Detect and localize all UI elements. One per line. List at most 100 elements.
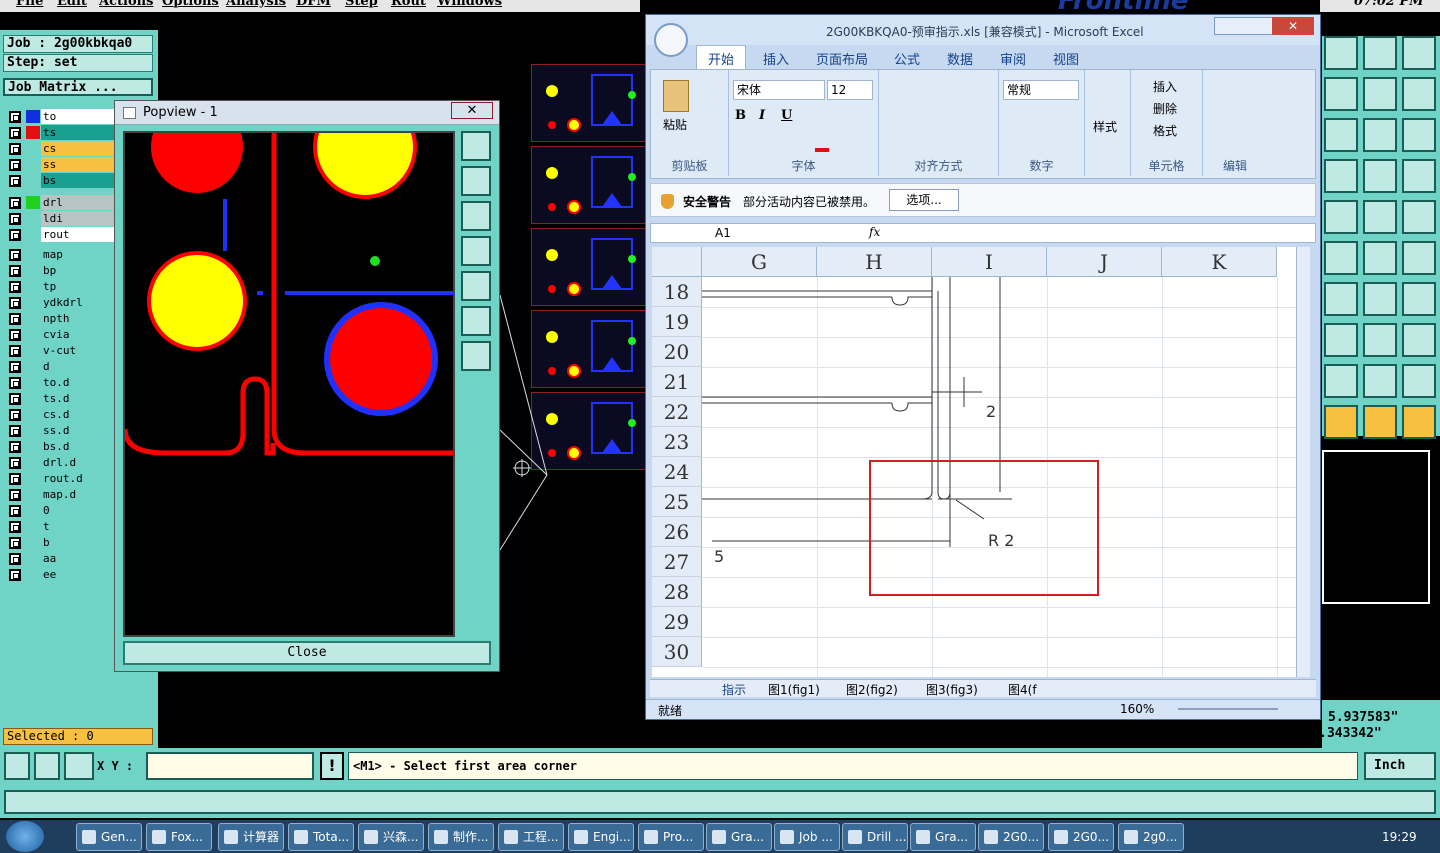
vertical-scrollbar[interactable]: [1296, 247, 1310, 677]
layer-checkbox[interactable]: [9, 521, 21, 533]
menu-analysis[interactable]: Analysis: [226, 0, 286, 9]
layer-name[interactable]: b: [41, 535, 114, 550]
layer-name[interactable]: tp: [41, 279, 114, 294]
layer-name[interactable]: to: [41, 109, 114, 124]
layer-checkbox[interactable]: [9, 213, 21, 225]
pan-down-button[interactable]: [461, 201, 491, 231]
taskbar-button[interactable]: 制作...: [428, 823, 494, 851]
zoom-level[interactable]: 160%: [1120, 702, 1154, 716]
sheet-tab-3[interactable]: 图3(fig3): [926, 681, 978, 698]
layer-row[interactable]: bs: [4, 172, 114, 188]
layer-row[interactable]: d: [4, 358, 114, 374]
toolbar-tool-button[interactable]: [1402, 77, 1436, 111]
menu-help[interactable]: Help: [978, 0, 1013, 9]
layer-checkbox[interactable]: [9, 197, 21, 209]
tab-view[interactable]: 视图: [1053, 49, 1079, 68]
toolbar-tool-button[interactable]: [1324, 405, 1358, 439]
toolbar-tool-button[interactable]: [1363, 36, 1397, 70]
layer-row[interactable]: rout: [4, 226, 114, 242]
layer-checkbox[interactable]: [9, 313, 21, 325]
row-header[interactable]: 22: [652, 397, 702, 427]
sheet-tab-4[interactable]: 图4(f: [1008, 681, 1037, 698]
layer-checkbox[interactable]: [9, 457, 21, 469]
layer-row[interactable]: map: [4, 246, 114, 262]
toolbar-tool-button[interactable]: [1402, 282, 1436, 316]
toolbar-tool-button[interactable]: [1324, 323, 1358, 357]
column-header[interactable]: J: [1047, 247, 1162, 277]
row-header[interactable]: 30: [652, 637, 702, 667]
taskbar-button[interactable]: 工程...: [498, 823, 564, 851]
taskbar-button[interactable]: Gra...: [706, 823, 772, 851]
layer-checkbox[interactable]: [9, 229, 21, 241]
taskbar-button[interactable]: 2G0...: [1048, 823, 1114, 851]
excel-close-icon[interactable]: ✕: [1272, 17, 1314, 35]
menu-windows[interactable]: Windows: [437, 0, 502, 9]
layer-checkbox[interactable]: [9, 537, 21, 549]
tab-home[interactable]: 开始: [708, 49, 734, 68]
menu-actions[interactable]: Actions: [99, 0, 153, 9]
menu-rout[interactable]: Rout: [391, 0, 426, 9]
layer-checkbox[interactable]: [9, 377, 21, 389]
row-header[interactable]: 19: [652, 307, 702, 337]
menu-file[interactable]: File: [16, 0, 43, 9]
layer-row[interactable]: bp: [4, 262, 114, 278]
layer-name[interactable]: map.d: [41, 487, 114, 502]
command-line[interactable]: [4, 790, 1436, 814]
layer-row[interactable]: ts.d: [4, 390, 114, 406]
grid-button[interactable]: [64, 752, 94, 780]
font-size-select[interactable]: 12: [827, 80, 873, 100]
paste-label[interactable]: 粘贴: [663, 116, 687, 133]
tab-review[interactable]: 审阅: [1000, 49, 1026, 68]
toolbar-tool-button[interactable]: [1363, 323, 1397, 357]
layer-row[interactable]: cs: [4, 140, 114, 156]
popview-titlebar[interactable]: Popview - 1 ✕: [115, 101, 499, 125]
tab-data[interactable]: 数据: [947, 49, 973, 68]
popview-close-button[interactable]: Close: [123, 641, 491, 665]
pan-up-button[interactable]: [461, 166, 491, 196]
layer-row[interactable]: drl.d: [4, 454, 114, 470]
snap-button[interactable]: [4, 752, 30, 780]
layer-name[interactable]: to.d: [41, 375, 114, 390]
layer-checkbox[interactable]: [9, 553, 21, 565]
layer-row[interactable]: ss.d: [4, 422, 114, 438]
taskbar-button[interactable]: Job ...: [774, 823, 840, 851]
taskbar-button[interactable]: Engi...: [568, 823, 634, 851]
layer-name[interactable]: cs.d: [41, 407, 114, 422]
layer-name[interactable]: cs: [41, 141, 114, 156]
bold-button[interactable]: B: [735, 108, 746, 123]
sheet-tab-1[interactable]: 图1(fig1): [768, 681, 820, 698]
taskbar-button[interactable]: Gen...: [76, 823, 142, 851]
row-header[interactable]: 21: [652, 367, 702, 397]
format-cells-button[interactable]: 格式: [1153, 122, 1177, 139]
layer-row[interactable]: t: [4, 518, 114, 534]
styles-button[interactable]: 样式: [1093, 118, 1117, 135]
layer-checkbox[interactable]: [9, 361, 21, 373]
toolbar-tool-button[interactable]: [1324, 282, 1358, 316]
layer-name[interactable]: t: [41, 519, 114, 534]
layer-checkbox[interactable]: [9, 281, 21, 293]
menu-options[interactable]: Options: [162, 0, 219, 9]
toolbar-tool-button[interactable]: [1402, 159, 1436, 193]
toolbar-tool-button[interactable]: [1402, 405, 1436, 439]
layer-checkbox[interactable]: [9, 297, 21, 309]
overview-window[interactable]: [1322, 450, 1430, 604]
zoom-in-button[interactable]: [461, 306, 491, 336]
layer-row[interactable]: cs.d: [4, 406, 114, 422]
layer-checkbox[interactable]: [9, 425, 21, 437]
toolbar-tool-button[interactable]: [1363, 77, 1397, 111]
layer-name[interactable]: ss.d: [41, 423, 114, 438]
toolbar-tool-button[interactable]: [1402, 241, 1436, 275]
taskbar-button[interactable]: Drill ...: [842, 823, 908, 851]
layer-checkbox[interactable]: [9, 409, 21, 421]
layer-row[interactable]: rout.d: [4, 470, 114, 486]
toolbar-tool-button[interactable]: [1363, 282, 1397, 316]
layer-checkbox[interactable]: [9, 159, 21, 171]
pan-left-button[interactable]: [461, 236, 491, 266]
toolbar-tool-button[interactable]: [1402, 364, 1436, 398]
layer-checkbox[interactable]: [9, 393, 21, 405]
taskbar-button[interactable]: Gra...: [910, 823, 976, 851]
layer-row[interactable]: to: [4, 108, 114, 124]
layer-checkbox[interactable]: [9, 489, 21, 501]
layer-name[interactable]: 0: [41, 503, 114, 518]
layer-checkbox[interactable]: [9, 143, 21, 155]
